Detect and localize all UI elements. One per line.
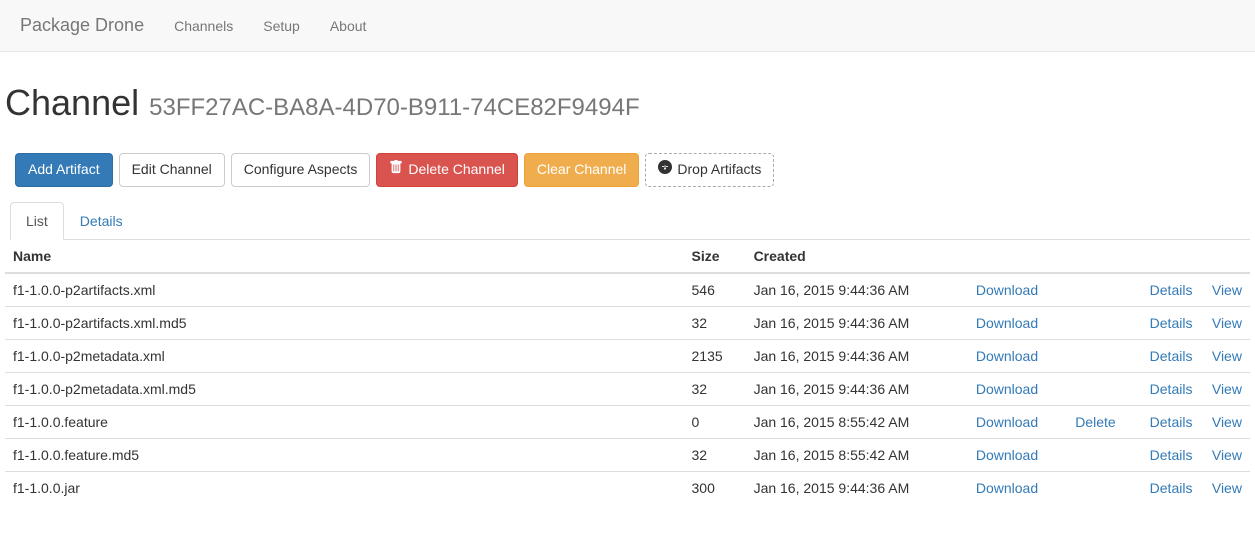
delete-channel-button[interactable]: Delete Channel <box>376 153 518 187</box>
table-row: f1-1.0.0.feature0Jan 16, 2015 8:55:42 AM… <box>5 405 1250 438</box>
download-link[interactable]: Download <box>976 447 1038 463</box>
table-header-row: Name Size Created <box>5 240 1250 273</box>
table-row: f1-1.0.0.jar300Jan 16, 2015 9:44:36 AM Do… <box>5 471 1250 504</box>
view-link[interactable]: View <box>1212 348 1242 364</box>
details-link[interactable]: Details <box>1150 480 1193 496</box>
cell-created: Jan 16, 2015 9:44:36 AM <box>746 273 968 307</box>
cell-created: Jan 16, 2015 9:44:36 AM <box>746 471 968 504</box>
table-row: f1-1.0.0-p2metadata.xml.md532Jan 16, 201… <box>5 372 1250 405</box>
add-artifact-button[interactable]: Add Artifact <box>15 153 113 187</box>
nav-channels[interactable]: Channels <box>159 3 248 49</box>
cell-size: 32 <box>684 438 746 471</box>
trash-icon <box>389 160 403 180</box>
drop-artifacts-label: Drop Artifacts <box>677 160 761 180</box>
table-row: f1-1.0.0-p2artifacts.xml.md532Jan 16, 20… <box>5 306 1250 339</box>
table-row: f1-1.0.0.feature.md532Jan 16, 2015 8:55:… <box>5 438 1250 471</box>
cell-created: Jan 16, 2015 8:55:42 AM <box>746 438 968 471</box>
edit-channel-button[interactable]: Edit Channel <box>119 153 225 187</box>
nav-about[interactable]: About <box>315 3 382 49</box>
tab-list[interactable]: List <box>10 202 64 240</box>
col-header-size: Size <box>684 240 746 273</box>
navbar-nav: Channels Setup About <box>159 3 381 49</box>
cell-size: 32 <box>684 372 746 405</box>
cell-name: f1-1.0.0-p2artifacts.xml.md5 <box>5 306 684 339</box>
cell-size: 32 <box>684 306 746 339</box>
download-link[interactable]: Download <box>976 480 1038 496</box>
cell-name: f1-1.0.0.feature <box>5 405 684 438</box>
download-link[interactable]: Download <box>976 315 1038 331</box>
configure-aspects-button[interactable]: Configure Aspects <box>231 153 371 187</box>
drop-artifacts-button[interactable]: Drop Artifacts <box>645 153 774 187</box>
artifact-table: Name Size Created f1-1.0.0-p2artifacts.x… <box>5 240 1250 504</box>
navbar: Package Drone Channels Setup About <box>0 0 1255 52</box>
cell-name: f1-1.0.0-p2metadata.xml.md5 <box>5 372 684 405</box>
delete-channel-label: Delete Channel <box>408 160 505 180</box>
details-link[interactable]: Details <box>1150 348 1193 364</box>
details-link[interactable]: Details <box>1150 414 1193 430</box>
details-link[interactable]: Details <box>1150 381 1193 397</box>
cell-name: f1-1.0.0.feature.md5 <box>5 438 684 471</box>
upload-icon <box>658 160 672 180</box>
download-link[interactable]: Download <box>976 348 1038 364</box>
table-row: f1-1.0.0-p2metadata.xml2135Jan 16, 2015 … <box>5 339 1250 372</box>
cell-size: 300 <box>684 471 746 504</box>
view-link[interactable]: View <box>1212 414 1242 430</box>
clear-channel-button[interactable]: Clear Channel <box>524 153 640 187</box>
details-link[interactable]: Details <box>1150 447 1193 463</box>
cell-created: Jan 16, 2015 9:44:36 AM <box>746 372 968 405</box>
navbar-brand[interactable]: Package Drone <box>15 0 159 51</box>
page-title: Channel <box>5 82 139 123</box>
view-link[interactable]: View <box>1212 381 1242 397</box>
col-header-name: Name <box>5 240 684 273</box>
tabs: List Details <box>10 202 1250 240</box>
col-header-created: Created <box>746 240 968 273</box>
cell-created: Jan 16, 2015 9:44:36 AM <box>746 306 968 339</box>
cell-name: f1-1.0.0-p2artifacts.xml <box>5 273 684 307</box>
cell-size: 546 <box>684 273 746 307</box>
view-link[interactable]: View <box>1212 447 1242 463</box>
cell-size: 2135 <box>684 339 746 372</box>
details-link[interactable]: Details <box>1150 282 1193 298</box>
view-link[interactable]: View <box>1212 282 1242 298</box>
tab-details[interactable]: Details <box>64 202 139 240</box>
cell-name: f1-1.0.0-p2metadata.xml <box>5 339 684 372</box>
details-link[interactable]: Details <box>1150 315 1193 331</box>
download-link[interactable]: Download <box>976 282 1038 298</box>
download-link[interactable]: Download <box>976 414 1038 430</box>
cell-name: f1-1.0.0.jar <box>5 471 684 504</box>
cell-size: 0 <box>684 405 746 438</box>
cell-created: Jan 16, 2015 8:55:42 AM <box>746 405 968 438</box>
view-link[interactable]: View <box>1212 315 1242 331</box>
cell-created: Jan 16, 2015 9:44:36 AM <box>746 339 968 372</box>
page-subtitle: 53FF27AC-BA8A-4D70-B911-74CE82F9494F <box>149 94 639 121</box>
page-header: Channel 53FF27AC-BA8A-4D70-B911-74CE82F9… <box>5 82 1250 133</box>
download-link[interactable]: Download <box>976 381 1038 397</box>
button-toolbar: Add Artifact Edit Channel Configure Aspe… <box>5 153 1250 187</box>
table-row: f1-1.0.0-p2artifacts.xml546Jan 16, 2015 … <box>5 273 1250 307</box>
nav-setup[interactable]: Setup <box>248 3 315 49</box>
delete-link[interactable]: Delete <box>1075 414 1115 430</box>
view-link[interactable]: View <box>1212 480 1242 496</box>
